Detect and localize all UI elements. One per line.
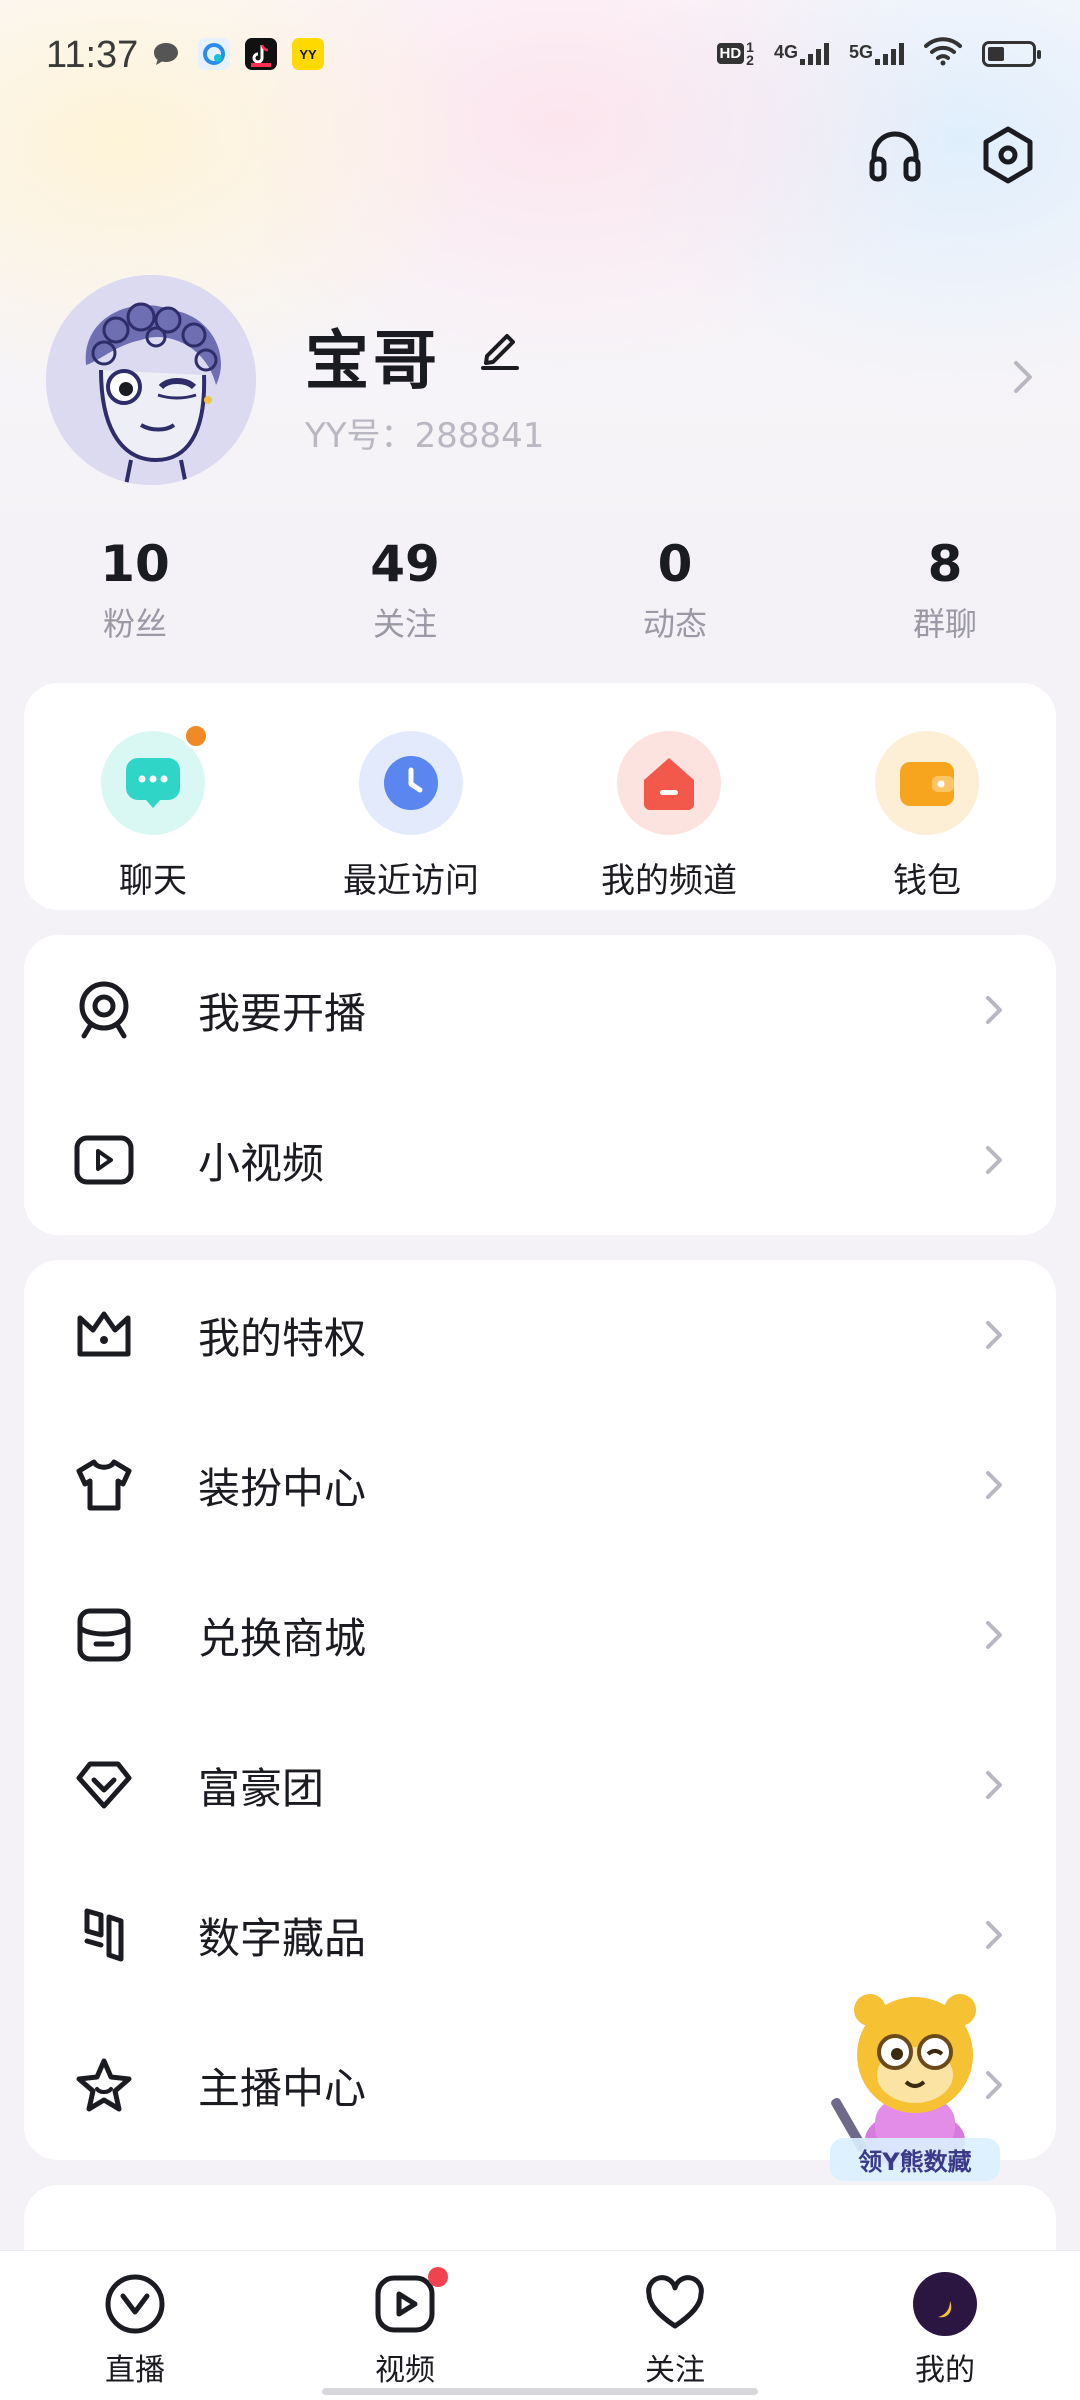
menu-item-label: 装扮中心 <box>198 1463 367 1513</box>
tshirt-icon <box>74 1455 134 1515</box>
menu-item-label: 富豪团 <box>198 1763 325 1813</box>
tiktok-icon <box>245 38 277 70</box>
stat-value: 8 <box>927 535 963 593</box>
home-indicator[interactable] <box>322 2388 758 2395</box>
signal-bars-icon <box>799 42 829 65</box>
menu-item-label: 我要开播 <box>198 988 367 1038</box>
nav-label: 我的 <box>915 2353 975 2388</box>
nav-label: 直播 <box>105 2353 165 2388</box>
stat-label: 动态 <box>642 605 707 643</box>
store-icon <box>74 1605 134 1665</box>
bottom-nav: 直播 视频 关注 我的 <box>0 2250 1080 2400</box>
stat-fans[interactable]: 10 粉丝 <box>0 535 270 645</box>
4g-label: 4G <box>773 41 798 62</box>
quick-action-label: 我的频道 <box>601 861 737 901</box>
battery-icon <box>982 40 1041 67</box>
quick-action-label: 钱包 <box>893 861 961 901</box>
signal-5g: 5G <box>848 41 904 65</box>
menu-item-short-video[interactable]: 小视频 <box>24 1085 1056 1235</box>
crown-icon <box>74 1305 134 1365</box>
menu-item-label: 我的特权 <box>198 1313 367 1363</box>
avatar[interactable] <box>46 275 256 485</box>
house-icon <box>617 731 721 835</box>
mascot-bear-promo[interactable]: 领Y熊数藏 <box>830 1980 1000 2181</box>
notification-dot <box>428 2267 448 2287</box>
hd-label: HD <box>716 43 745 64</box>
menu-item-dressup[interactable]: 装扮中心 <box>24 1410 1056 1560</box>
stat-value: 0 <box>657 535 693 593</box>
edit-pencil-icon[interactable] <box>475 322 525 372</box>
stat-following[interactable]: 49 关注 <box>270 535 540 645</box>
video-icon <box>370 2267 448 2339</box>
profile-name[interactable]: 宝哥 <box>305 310 441 402</box>
hd-indicator: HD 12 <box>716 40 754 67</box>
stats-row: 10 粉丝 49 关注 0 动态 8 群聊 <box>0 535 1080 645</box>
menu-item-rich-club[interactable]: 富豪团 <box>24 1710 1056 1860</box>
menu-item-label: 主播中心 <box>198 2063 367 2113</box>
nav-tab-follow[interactable]: 关注 <box>540 2251 810 2400</box>
stat-posts[interactable]: 0 动态 <box>540 535 810 645</box>
mascot-caption: 领Y熊数藏 <box>830 2138 1000 2181</box>
heart-icon <box>640 2269 710 2339</box>
chevron-right-icon <box>980 1138 1008 1182</box>
star-icon <box>74 2055 134 2115</box>
chevron-right-icon <box>980 1463 1008 1507</box>
status-time: 11:37 <box>46 34 139 76</box>
live-icon <box>100 2269 170 2339</box>
chevron-right-icon <box>980 1313 1008 1357</box>
yy-icon: YY <box>292 38 324 70</box>
menu-card-1: 我要开播 小视频 <box>24 935 1056 1235</box>
wallet-icon <box>875 731 979 835</box>
chevron-right-icon <box>980 988 1008 1032</box>
stat-label: 粉丝 <box>102 605 167 643</box>
status-indicators: HD 12 4G 5G <box>716 36 1041 71</box>
chevron-right-icon[interactable] <box>1004 355 1040 399</box>
video-play-icon <box>74 1130 134 1190</box>
wifi-icon <box>924 36 962 71</box>
chat-icon <box>101 723 209 835</box>
nav-tab-live[interactable]: 直播 <box>0 2251 270 2400</box>
quick-actions-card: 聊天 最近访问 我的频道 钱包 <box>24 683 1056 910</box>
status-bar: 11:37 YY HD 12 4G 5G <box>0 0 1080 110</box>
clock-icon <box>359 731 463 835</box>
quick-action-label: 最近访问 <box>343 861 479 901</box>
menu-item-label: 数字藏品 <box>198 1913 367 1963</box>
quick-action-label: 聊天 <box>119 861 187 901</box>
nav-tab-video[interactable]: 视频 <box>270 2251 540 2400</box>
menu-item-privileges[interactable]: 我的特权 <box>24 1260 1056 1410</box>
webcam-icon <box>74 980 134 1040</box>
menu-item-label: 兑换商城 <box>198 1613 367 1663</box>
svg-text:YY: YY <box>299 47 317 62</box>
stat-groups[interactable]: 8 群聊 <box>810 535 1080 645</box>
stat-value: 49 <box>370 535 440 593</box>
chat-bubble-icon <box>150 38 182 70</box>
stat-value: 10 <box>100 535 170 593</box>
headset-icon[interactable] <box>860 120 930 190</box>
5g-label: 5G <box>848 41 873 62</box>
quick-action-chat[interactable]: 聊天 <box>24 683 282 910</box>
notification-dot <box>183 723 209 749</box>
diamond-icon <box>74 1755 134 1815</box>
settings-hexagon-icon[interactable] <box>973 120 1043 190</box>
nav-label: 关注 <box>645 2353 705 2388</box>
chevron-right-icon <box>980 1913 1008 1957</box>
menu-item-exchange-store[interactable]: 兑换商城 <box>24 1560 1056 1710</box>
quick-action-recent[interactable]: 最近访问 <box>282 683 540 910</box>
yy-id: YY号：288841 <box>305 416 545 456</box>
chevron-right-icon <box>980 1763 1008 1807</box>
signal-bars-icon <box>875 42 904 65</box>
menu-item-label: 小视频 <box>198 1138 325 1188</box>
stat-label: 群聊 <box>912 605 977 643</box>
quick-action-channel[interactable]: 我的频道 <box>540 683 798 910</box>
nav-label: 视频 <box>375 2353 435 2388</box>
profile-avatar-icon <box>910 2269 980 2339</box>
cloud-app-icon <box>198 38 230 70</box>
quick-action-wallet[interactable]: 钱包 <box>798 683 1056 910</box>
stat-label: 关注 <box>372 605 437 643</box>
collectible-icon <box>74 1905 134 1965</box>
chevron-right-icon <box>980 1613 1008 1657</box>
signal-4g: 4G <box>773 41 829 65</box>
menu-item-go-live[interactable]: 我要开播 <box>24 935 1056 1085</box>
nav-tab-me[interactable]: 我的 <box>810 2251 1080 2400</box>
